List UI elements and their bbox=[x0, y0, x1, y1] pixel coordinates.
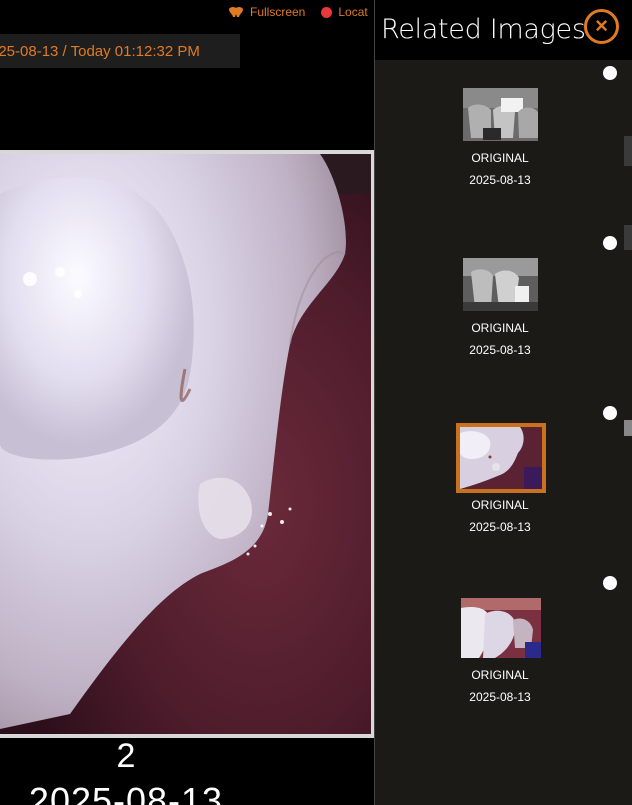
related-image-item[interactable]: ORIGINAL 2025-08-13 bbox=[375, 66, 625, 226]
date-bar: 025-08-13 / Today 01:12:32 PM bbox=[0, 34, 240, 68]
select-dot[interactable] bbox=[603, 236, 617, 250]
viewer-toolbar: Fullscreen Locat bbox=[228, 2, 368, 22]
image-number: 2 bbox=[116, 737, 136, 775]
select-dot[interactable] bbox=[603, 406, 617, 420]
intraoral-thumbnail bbox=[460, 427, 542, 489]
related-image-thumbnail[interactable] bbox=[463, 88, 538, 141]
image-viewer: Fullscreen Locat 025-08-13 / Today 01:12… bbox=[0, 0, 374, 805]
related-image-date: 2025-08-13 bbox=[469, 520, 531, 534]
related-images-panel: Related Images × ORIGINAL 2025-08-13 ORI… bbox=[374, 0, 632, 805]
scrollbar-thumb[interactable] bbox=[624, 420, 632, 436]
panel-header: Related Images × bbox=[375, 0, 632, 60]
location-button[interactable]: Locat bbox=[338, 5, 367, 19]
image-date: 2025-08-13 bbox=[28, 780, 224, 805]
intraoral-photo bbox=[0, 154, 371, 734]
related-image-date: 2025-08-13 bbox=[469, 343, 531, 357]
related-image-type: ORIGINAL bbox=[471, 151, 529, 165]
related-image-date: 2025-08-13 bbox=[469, 690, 531, 704]
tooth-icon[interactable] bbox=[228, 6, 244, 18]
xray-thumbnail bbox=[463, 88, 538, 141]
select-dot[interactable] bbox=[603, 66, 617, 80]
close-icon: × bbox=[595, 12, 608, 38]
related-image-item-selected[interactable]: ORIGINAL 2025-08-13 bbox=[375, 406, 625, 566]
related-image-item[interactable]: ORIGINAL 2025-08-13 bbox=[375, 576, 625, 736]
select-dot[interactable] bbox=[603, 576, 617, 590]
close-button[interactable]: × bbox=[584, 9, 619, 44]
related-image-type: ORIGINAL bbox=[471, 498, 529, 512]
intraoral-thumbnail bbox=[461, 598, 541, 658]
fullscreen-button[interactable]: Fullscreen bbox=[250, 5, 305, 19]
date-bar-text: 025-08-13 / Today 01:12:32 PM bbox=[0, 42, 200, 60]
panel-title: Related Images bbox=[381, 14, 586, 45]
xray-thumbnail bbox=[463, 258, 538, 311]
related-image-thumbnail[interactable] bbox=[461, 598, 541, 658]
scrollbar-track[interactable] bbox=[624, 136, 632, 166]
scrollbar-track[interactable] bbox=[624, 225, 632, 250]
red-dot-icon[interactable] bbox=[321, 6, 333, 18]
related-image-thumbnail[interactable] bbox=[463, 258, 538, 311]
related-image-type: ORIGINAL bbox=[471, 321, 529, 335]
related-image-thumbnail[interactable] bbox=[456, 423, 546, 493]
main-image[interactable] bbox=[0, 150, 374, 738]
related-image-item[interactable]: ORIGINAL 2025-08-13 bbox=[375, 236, 625, 396]
related-image-type: ORIGINAL bbox=[471, 668, 529, 682]
related-image-date: 2025-08-13 bbox=[469, 173, 531, 187]
